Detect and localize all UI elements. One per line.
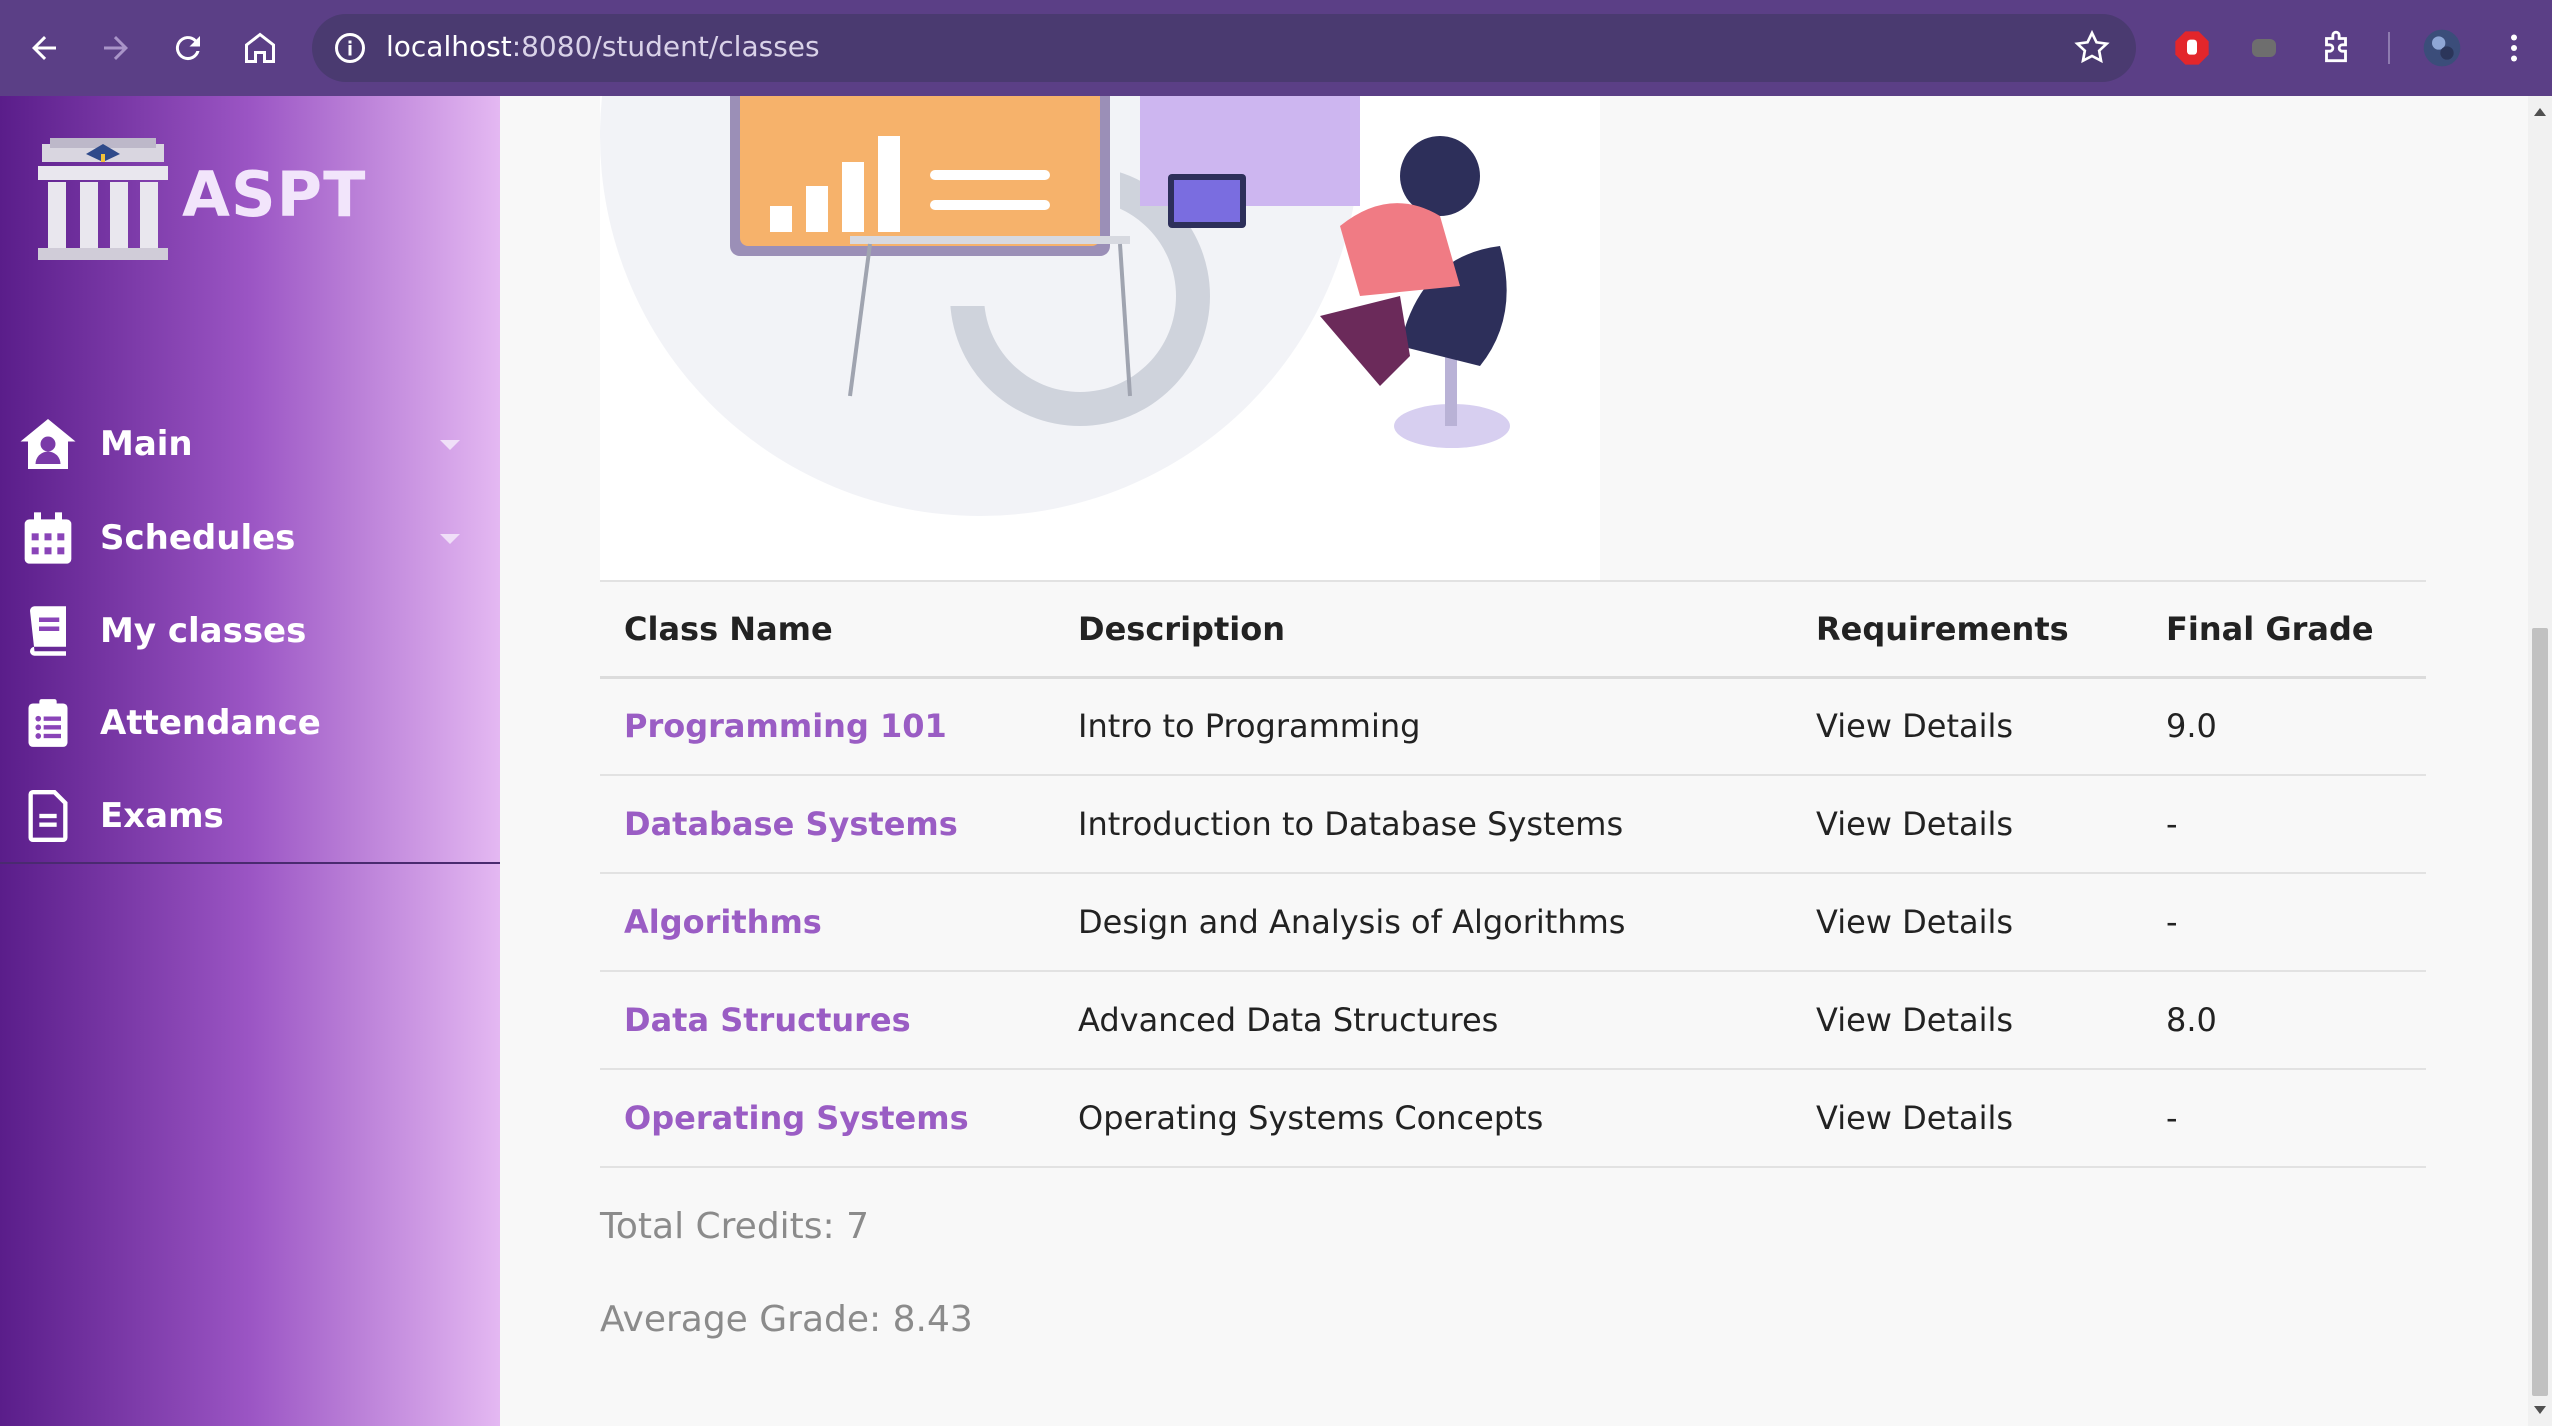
column-header-class-name: Class Name bbox=[600, 580, 1054, 679]
column-header-requirements: Requirements bbox=[1792, 580, 2142, 679]
view-details-link[interactable]: View Details bbox=[1792, 775, 2142, 874]
class-description: Introduction to Database Systems bbox=[1054, 775, 1792, 874]
arrow-right-icon bbox=[104, 36, 128, 60]
view-details-link[interactable]: View Details bbox=[1792, 1069, 2142, 1168]
toolbar-divider bbox=[2388, 32, 2390, 64]
info-icon[interactable] bbox=[332, 30, 368, 66]
final-grade: 9.0 bbox=[2142, 677, 2426, 776]
extensions-button[interactable] bbox=[2312, 24, 2360, 72]
sidebar-item-label: Main bbox=[100, 424, 193, 464]
url-host: localhost bbox=[386, 30, 512, 63]
sidebar-item-schedules[interactable]: Schedules bbox=[0, 498, 500, 578]
home-user-icon bbox=[18, 414, 78, 474]
view-details-link[interactable]: View Details bbox=[1792, 971, 2142, 1070]
class-description: Design and Analysis of Algorithms bbox=[1054, 873, 1792, 972]
column-header-description: Description bbox=[1054, 580, 1792, 679]
reload-icon bbox=[175, 36, 200, 61]
hero-illustration bbox=[600, 96, 1600, 580]
class-name-link[interactable]: Algorithms bbox=[600, 873, 1054, 972]
page-scrollbar[interactable] bbox=[2528, 96, 2552, 1426]
view-details-link[interactable]: View Details bbox=[1792, 677, 2142, 776]
chevron-down-icon bbox=[440, 440, 460, 450]
home-icon bbox=[245, 32, 275, 63]
sidebar-item-label: Schedules bbox=[100, 518, 296, 558]
classes-table: Class Name Description Requirements Fina… bbox=[600, 580, 2426, 1168]
class-description: Advanced Data Structures bbox=[1054, 971, 1792, 1070]
book-icon bbox=[18, 601, 78, 661]
browser-toolbar: localhost:8080/student/classes bbox=[0, 0, 2552, 96]
logo-text: ASPT bbox=[182, 158, 367, 231]
sidebar-item-label: My classes bbox=[100, 611, 307, 651]
final-grade: - bbox=[2142, 775, 2426, 874]
clipboard-list-icon bbox=[18, 693, 78, 753]
sidebar-item-main[interactable]: Main bbox=[0, 404, 500, 484]
url-path: :8080/student/classes bbox=[511, 30, 820, 63]
logo-building-icon bbox=[38, 138, 168, 260]
more-vertical-icon bbox=[2511, 34, 2517, 62]
calendar-icon bbox=[18, 508, 78, 568]
sidebar: ASPT Main Schedules My classes Attendanc… bbox=[0, 96, 500, 1426]
chevron-down-icon bbox=[440, 534, 460, 544]
class-name-link[interactable]: Programming 101 bbox=[600, 677, 1054, 776]
class-description: Operating Systems Concepts bbox=[1054, 1069, 1792, 1168]
sidebar-divider bbox=[0, 862, 500, 864]
table-row: Operating Systems Operating Systems Conc… bbox=[600, 1069, 2426, 1168]
table-row: Data Structures Advanced Data Structures… bbox=[600, 971, 2426, 1070]
avatar-icon bbox=[2423, 29, 2461, 67]
scrollbar-thumb[interactable] bbox=[2532, 628, 2548, 1396]
class-description: Intro to Programming bbox=[1054, 677, 1792, 776]
scroll-up-arrow-icon[interactable] bbox=[2534, 108, 2546, 116]
sidebar-item-attendance[interactable]: Attendance bbox=[0, 683, 500, 763]
final-grade: - bbox=[2142, 1069, 2426, 1168]
home-button[interactable] bbox=[232, 20, 288, 76]
bookmark-star-icon[interactable] bbox=[2072, 28, 2112, 68]
average-grade-text: Average Grade: 8.43 bbox=[600, 1299, 973, 1340]
class-name-link[interactable]: Database Systems bbox=[600, 775, 1054, 874]
profile-avatar-button[interactable] bbox=[2418, 24, 2466, 72]
arrow-left-icon bbox=[32, 36, 56, 60]
sidebar-item-my-classes[interactable]: My classes bbox=[0, 591, 500, 671]
browser-menu-button[interactable] bbox=[2490, 24, 2538, 72]
url-text: localhost:8080/student/classes bbox=[386, 30, 820, 63]
column-header-final-grade: Final Grade bbox=[2142, 580, 2426, 679]
person-at-desk-illustration bbox=[600, 96, 1510, 516]
puzzle-icon bbox=[2325, 30, 2347, 63]
view-details-link[interactable]: View Details bbox=[1792, 873, 2142, 972]
sidebar-item-exams[interactable]: Exams bbox=[0, 776, 500, 856]
final-grade: 8.0 bbox=[2142, 971, 2426, 1070]
table-row: Algorithms Design and Analysis of Algori… bbox=[600, 873, 2426, 972]
total-credits-text: Total Credits: 7 bbox=[600, 1206, 870, 1247]
puzzle-gray-icon bbox=[2252, 39, 2276, 57]
sidebar-item-label: Attendance bbox=[100, 703, 321, 743]
class-name-link[interactable]: Data Structures bbox=[600, 971, 1054, 1070]
stop-hand-icon bbox=[2175, 31, 2209, 65]
extension-adblock-button[interactable] bbox=[2168, 24, 2216, 72]
main-content: Class Name Description Requirements Fina… bbox=[500, 96, 2528, 1426]
extension-gray-button[interactable] bbox=[2240, 24, 2288, 72]
table-row: Programming 101 Intro to Programming Vie… bbox=[600, 677, 2426, 776]
back-button[interactable] bbox=[16, 20, 72, 76]
class-name-link[interactable]: Operating Systems bbox=[600, 1069, 1054, 1168]
table-row: Database Systems Introduction to Databas… bbox=[600, 775, 2426, 874]
file-icon bbox=[18, 786, 78, 846]
address-bar[interactable]: localhost:8080/student/classes bbox=[312, 14, 2136, 82]
table-header-row: Class Name Description Requirements Fina… bbox=[600, 580, 2426, 679]
forward-button[interactable] bbox=[88, 20, 144, 76]
final-grade: - bbox=[2142, 873, 2426, 972]
scroll-down-arrow-icon[interactable] bbox=[2534, 1406, 2546, 1414]
sidebar-item-label: Exams bbox=[100, 796, 224, 836]
reload-button[interactable] bbox=[160, 20, 216, 76]
